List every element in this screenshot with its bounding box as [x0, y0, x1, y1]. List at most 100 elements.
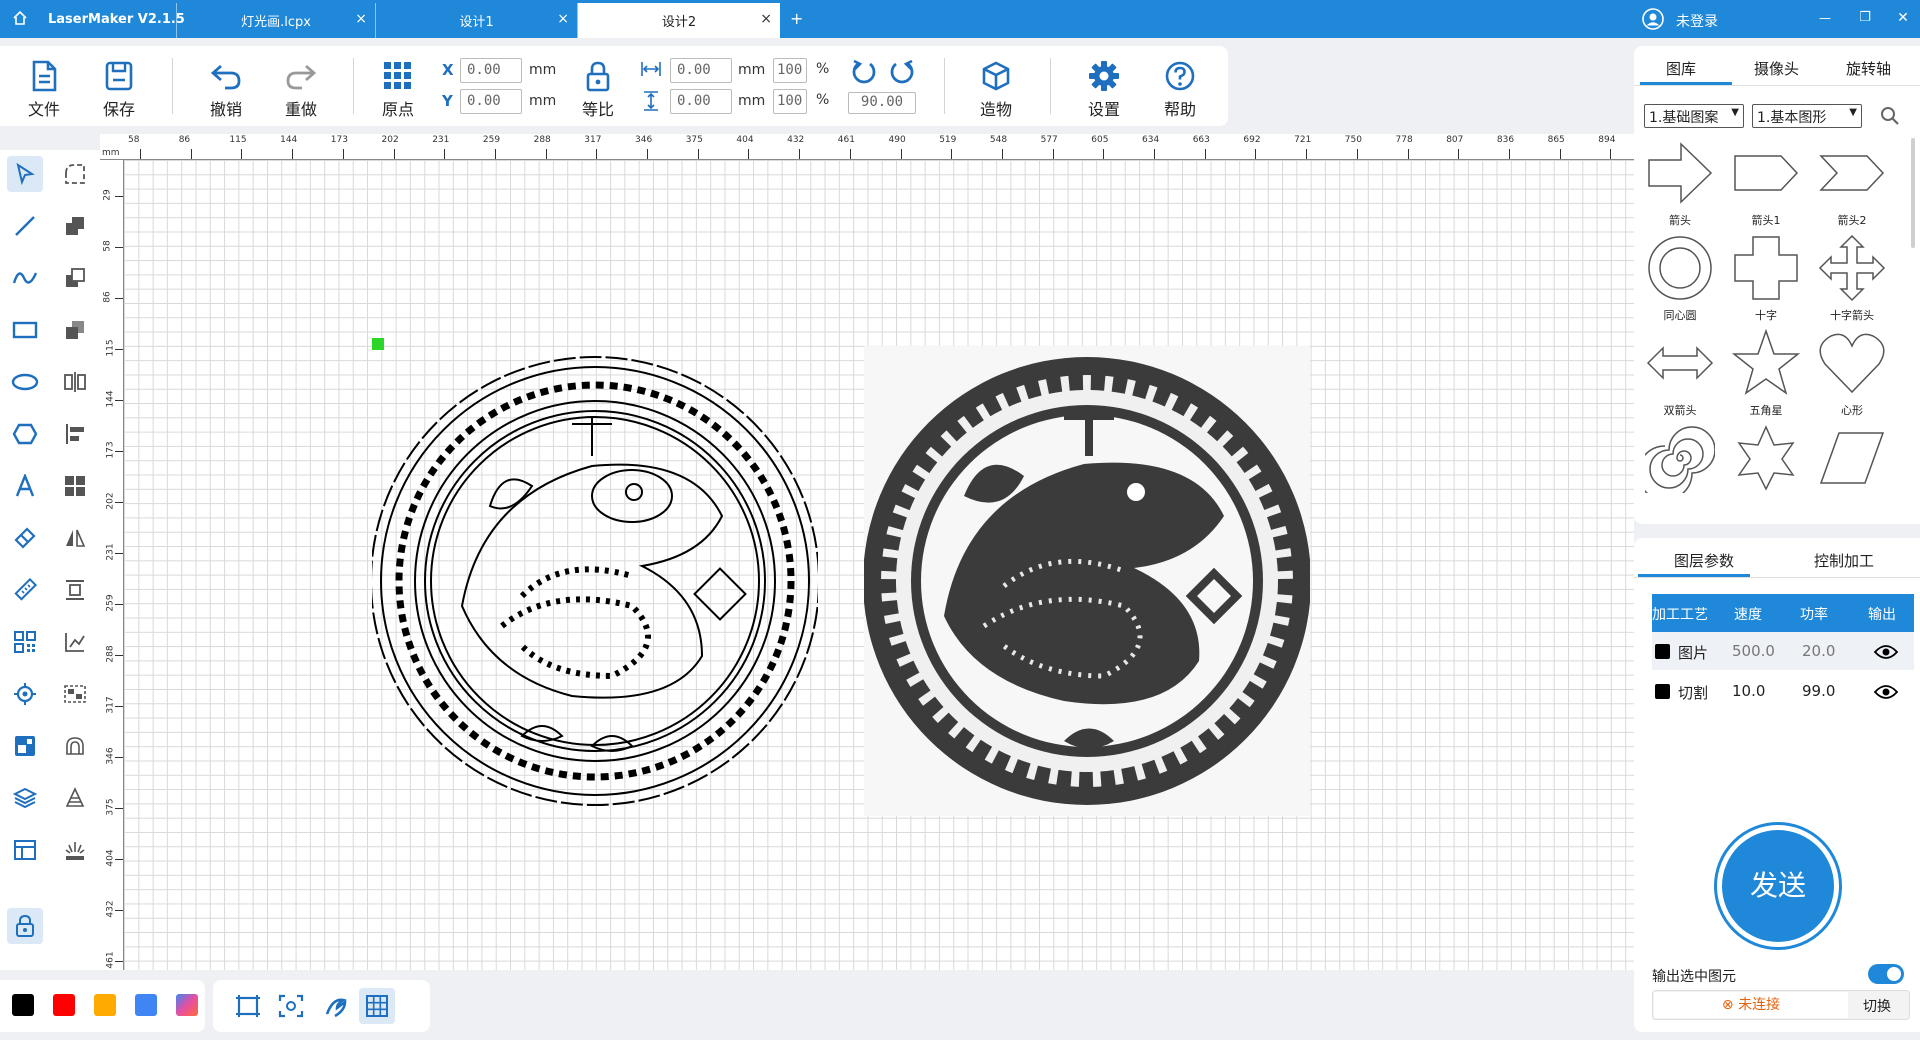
- close-icon[interactable]: ×: [760, 12, 772, 26]
- rectangle-tool[interactable]: [7, 312, 43, 348]
- tab-lcpx[interactable]: 灯光画.lcpx ×: [176, 3, 376, 38]
- bitmap-paper-cut-image[interactable]: [864, 346, 1310, 816]
- save-button[interactable]: 保存: [89, 46, 149, 126]
- color-swatch-red[interactable]: [53, 994, 75, 1016]
- eye-icon[interactable]: [1873, 644, 1899, 664]
- subcategory-select[interactable]: 1.基本图形 ▼: [1752, 104, 1862, 128]
- tab-layer-params[interactable]: 图层参数: [1674, 550, 1734, 571]
- layer-power[interactable]: 99.0: [1802, 682, 1835, 700]
- layer-speed[interactable]: 500.0: [1732, 642, 1775, 660]
- lock-canvas-button[interactable]: [7, 908, 43, 944]
- shape-heart[interactable]: 心形: [1812, 328, 1892, 423]
- shape-parallelogram[interactable]: [1812, 423, 1892, 503]
- height-input[interactable]: 0.00: [670, 89, 732, 114]
- layer-row[interactable]: 图片 500.0 20.0: [1652, 632, 1914, 670]
- polygon-tool[interactable]: [7, 416, 43, 452]
- material-tool[interactable]: [7, 728, 43, 764]
- minimize-button[interactable]: —: [1812, 11, 1838, 25]
- group-tool[interactable]: [57, 676, 93, 712]
- color-swatch-blue[interactable]: [135, 994, 157, 1016]
- y-input[interactable]: 0.00: [460, 89, 522, 114]
- user-icon[interactable]: [1642, 8, 1664, 34]
- tab-camera[interactable]: 摄像头: [1754, 58, 1799, 79]
- height-percent-input[interactable]: 100: [773, 89, 807, 114]
- category-select[interactable]: 1.基础图案 ▼: [1644, 104, 1744, 128]
- shape-concentric-circle[interactable]: 同心圆: [1640, 233, 1720, 328]
- position-tool[interactable]: [7, 676, 43, 712]
- build-button[interactable]: 造物: [966, 46, 1026, 126]
- color-swatch-orange[interactable]: [94, 994, 116, 1016]
- layers-tool[interactable]: [7, 780, 43, 816]
- origin-button[interactable]: 原点: [368, 46, 428, 126]
- fit-selection-icon[interactable]: [278, 994, 304, 1022]
- tab-design2[interactable]: 设计2 ×: [578, 3, 780, 38]
- union-tool[interactable]: [57, 208, 93, 244]
- subtract-tool[interactable]: [57, 260, 93, 296]
- lock-ratio-button[interactable]: 等比: [568, 46, 628, 126]
- distribute-tool[interactable]: [57, 572, 93, 608]
- design-canvas[interactable]: [124, 160, 1634, 970]
- offset-tool[interactable]: [57, 728, 93, 764]
- rotate-angle-input[interactable]: 90.00: [848, 92, 916, 114]
- restore-button[interactable]: ❐: [1852, 10, 1878, 25]
- ellipse-tool[interactable]: [7, 364, 43, 400]
- x-input[interactable]: 0.00: [460, 58, 522, 83]
- hand-icon[interactable]: [323, 994, 349, 1022]
- shape-arrow2[interactable]: 箭头2: [1812, 138, 1892, 233]
- tab-design1[interactable]: 设计1 ×: [376, 3, 578, 38]
- select-tool[interactable]: [7, 156, 43, 192]
- shape-six-point-star[interactable]: [1726, 423, 1806, 503]
- shape-double-arrow[interactable]: 双箭头: [1640, 328, 1720, 423]
- qrcode-tool[interactable]: [7, 624, 43, 660]
- rotate-ccw-icon[interactable]: [850, 58, 878, 90]
- switch-button[interactable]: 切换: [1863, 996, 1891, 1016]
- layer-color[interactable]: [1655, 684, 1670, 699]
- tab-process-control[interactable]: 控制加工: [1814, 550, 1874, 571]
- settings-button[interactable]: 设置: [1074, 46, 1134, 126]
- search-icon[interactable]: [1880, 106, 1900, 130]
- file-button[interactable]: 文件: [14, 46, 74, 126]
- rotate-cw-icon[interactable]: [888, 58, 916, 90]
- width-input[interactable]: 0.00: [670, 58, 732, 83]
- vector-paper-cut-design[interactable]: [372, 346, 818, 816]
- tab-rotary[interactable]: 旋转轴: [1846, 58, 1891, 79]
- send-button[interactable]: 发送: [1714, 822, 1842, 950]
- output-selected-toggle[interactable]: [1868, 964, 1904, 984]
- shape-arrow1[interactable]: 箭头1: [1726, 138, 1806, 233]
- close-icon[interactable]: ×: [355, 12, 367, 26]
- width-percent-input[interactable]: 100: [773, 58, 807, 83]
- align-tool[interactable]: [57, 416, 93, 452]
- color-swatch-gradient[interactable]: [176, 994, 198, 1016]
- shape-cross[interactable]: 十字: [1726, 233, 1806, 328]
- layer-speed[interactable]: 10.0: [1732, 682, 1765, 700]
- shape-cross-arrow[interactable]: 十字箭头: [1812, 233, 1892, 328]
- redo-button[interactable]: 重做: [271, 46, 331, 126]
- layer-row[interactable]: 切割 10.0 99.0: [1652, 672, 1914, 710]
- node-edit-tool[interactable]: [57, 156, 93, 192]
- measure-tool[interactable]: [7, 572, 43, 608]
- flip-tool[interactable]: [57, 520, 93, 556]
- shape-arrow[interactable]: 箭头: [1640, 138, 1720, 233]
- line-tool[interactable]: [7, 208, 43, 244]
- undo-button[interactable]: 撤销: [196, 46, 256, 126]
- new-tab-button[interactable]: +: [790, 9, 803, 28]
- home-icon[interactable]: [12, 10, 28, 30]
- trace-tool[interactable]: [57, 624, 93, 660]
- fit-page-icon[interactable]: [235, 994, 261, 1022]
- color-swatch-black[interactable]: [12, 994, 34, 1016]
- shape-spiral[interactable]: [1640, 423, 1720, 503]
- help-button[interactable]: 帮助: [1150, 46, 1210, 126]
- eye-icon[interactable]: [1873, 684, 1899, 704]
- tab-library[interactable]: 图库: [1666, 58, 1696, 79]
- close-window-button[interactable]: ✕: [1890, 10, 1916, 26]
- fill-tool[interactable]: [57, 780, 93, 816]
- curve-tool[interactable]: [7, 260, 43, 296]
- close-icon[interactable]: ×: [557, 12, 569, 26]
- grid-toggle-button[interactable]: [359, 988, 395, 1024]
- laser-preview-tool[interactable]: [57, 832, 93, 868]
- layer-color[interactable]: [1655, 644, 1670, 659]
- library-scrollbar[interactable]: [1911, 138, 1915, 248]
- panel-tool[interactable]: [7, 832, 43, 868]
- user-status[interactable]: 未登录: [1676, 11, 1718, 31]
- shape-star[interactable]: 五角星: [1726, 328, 1806, 423]
